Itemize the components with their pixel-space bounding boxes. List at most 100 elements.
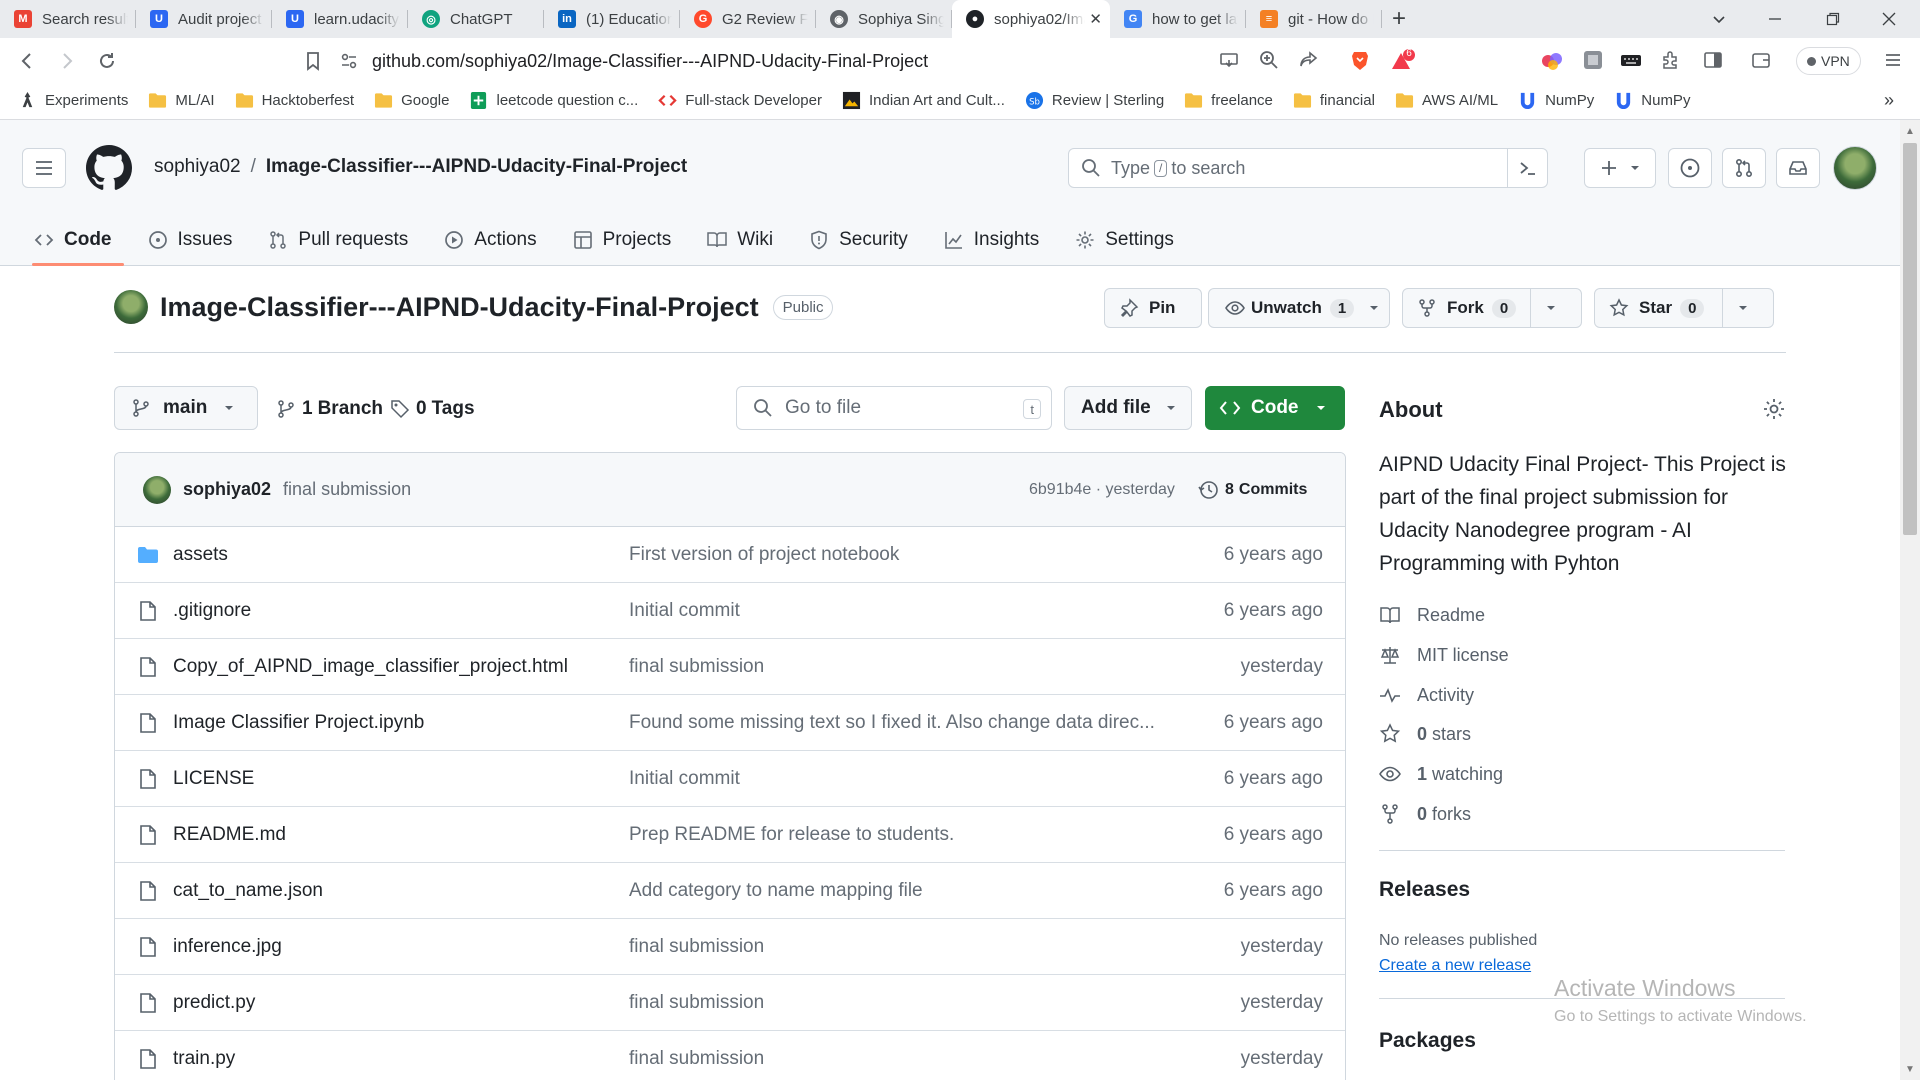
forks-link[interactable]: 0 forks [1379, 803, 1471, 825]
tab-settings[interactable]: Settings [1057, 215, 1192, 265]
browser-tab[interactable]: in (1) Education | So [544, 0, 680, 38]
activity-link[interactable]: Activity [1379, 684, 1474, 706]
bookmark-item[interactable]: Sb Review | Sterling [1025, 91, 1164, 110]
scroll-up-arrow-icon[interactable]: ▲ [1904, 126, 1916, 138]
pin-button[interactable]: Pin [1104, 288, 1202, 328]
brave-shield-icon[interactable] [1348, 49, 1372, 73]
license-link[interactable]: MIT license [1379, 644, 1509, 666]
commits-link[interactable]: 8 Commits [1197, 479, 1307, 501]
gear-icon[interactable] [1762, 397, 1786, 421]
extension-keyboard-icon[interactable] [1620, 49, 1642, 71]
file-commit-message-link[interactable]: final submission [629, 1048, 1159, 1070]
browser-tab[interactable]: Ulearn.udacity.com [272, 0, 408, 38]
site-info-icon[interactable] [340, 52, 358, 70]
file-commit-message-link[interactable]: Initial commit [629, 768, 1159, 790]
zoom-icon[interactable] [1258, 49, 1280, 71]
file-name-link[interactable]: Image Classifier Project.ipynb [173, 712, 424, 734]
table-row[interactable]: predict.py final submission yesterday [115, 975, 1345, 1031]
user-avatar[interactable] [1833, 146, 1877, 190]
bookmark-item[interactable]: Indian Art and Cult... [842, 91, 1005, 110]
unwatch-button[interactable]: Unwatch 1 [1208, 288, 1390, 328]
extension-grey-icon[interactable] [1582, 49, 1604, 71]
menu-button[interactable] [22, 148, 66, 188]
file-name-link[interactable]: assets [173, 544, 228, 566]
tab-actions[interactable]: Actions [426, 215, 554, 265]
back-button[interactable] [16, 50, 38, 72]
command-palette-icon[interactable] [1507, 149, 1547, 187]
bookmark-item[interactable]: NumPy [1614, 91, 1690, 110]
tab-search-chevron-icon[interactable] [1694, 0, 1744, 38]
scroll-down-arrow-icon[interactable]: ▼ [1904, 1064, 1916, 1076]
file-commit-message-link[interactable]: final submission [629, 656, 1159, 678]
minimize-button[interactable] [1750, 0, 1800, 38]
extension-colorful-icon[interactable] [1540, 49, 1564, 73]
add-file-button[interactable]: Add file [1064, 386, 1192, 430]
bookmark-item[interactable]: financial [1293, 91, 1375, 110]
url-text[interactable]: github.com/sophiya02/Image-Classifier---… [372, 51, 928, 72]
file-commit-message-link[interactable]: Prep README for release to students. [629, 824, 1159, 846]
repo-title[interactable]: Image-Classifier---AIPND-Udacity-Final-P… [160, 292, 759, 323]
tab-security[interactable]: Security [791, 215, 926, 265]
wallet-icon[interactable] [1750, 49, 1772, 71]
file-name-link[interactable]: .gitignore [173, 600, 251, 622]
tab-issues[interactable]: Issues [130, 215, 251, 265]
releases-heading[interactable]: Releases [1379, 878, 1470, 902]
file-commit-message-link[interactable]: First version of project notebook [629, 544, 1159, 566]
file-commit-message-link[interactable]: Found some missing text so I fixed it. A… [629, 712, 1159, 734]
browser-tab[interactable]: ● sophiya02/Ima ✕ [952, 0, 1110, 38]
bookmark-item[interactable]: AWS AI/ML [1395, 91, 1498, 110]
triangle-down-icon[interactable] [1368, 302, 1380, 314]
scrollbar-thumb[interactable] [1903, 143, 1917, 535]
tags-link[interactable]: 0 Tags [390, 398, 475, 420]
extensions-puzzle-icon[interactable] [1660, 49, 1682, 71]
repo-link[interactable]: Image-Classifier---AIPND-Udacity-Final-P… [266, 156, 687, 178]
table-row[interactable]: assets First version of project notebook 6… [115, 527, 1345, 583]
file-name-link[interactable]: predict.py [173, 992, 255, 1014]
file-commit-message-link[interactable]: Initial commit [629, 600, 1159, 622]
bookmark-item[interactable]: freelance [1184, 91, 1273, 110]
create-release-link[interactable]: Create a new release [1379, 957, 1531, 975]
file-name-link[interactable]: inference.jpg [173, 936, 282, 958]
browser-tab[interactable]: ◉ Sophiya Singh [816, 0, 952, 38]
table-row[interactable]: cat_to_name.json Add category to name map… [115, 863, 1345, 919]
tab-pull-requests[interactable]: Pull requests [250, 215, 426, 265]
close-tab-icon[interactable]: ✕ [1089, 10, 1102, 28]
bookmark-item[interactable]: Google [374, 91, 449, 110]
file-name-link[interactable]: LICENSE [173, 768, 254, 790]
bookmark-icon[interactable] [302, 50, 324, 72]
create-new-button[interactable] [1584, 148, 1656, 188]
commit-author[interactable]: sophiya02 [183, 479, 271, 500]
table-row[interactable]: inference.jpg final submission yesterday [115, 919, 1345, 975]
browser-tab[interactable]: U Audit project sub [136, 0, 272, 38]
inbox-button[interactable] [1776, 148, 1820, 188]
browser-tab[interactable]: M Search results - s [0, 0, 136, 38]
bookmark-item[interactable]: leetcode question c... [469, 91, 638, 110]
restore-button[interactable] [1808, 0, 1858, 38]
tab-projects[interactable]: Projects [555, 215, 690, 265]
browser-tab[interactable]: ≡ git - How do I ge [1246, 0, 1382, 38]
bookmark-item[interactable]: Full-stack Developer [658, 91, 822, 110]
tab-wiki[interactable]: Wiki [689, 215, 791, 265]
owner-avatar[interactable] [114, 290, 148, 324]
branch-selector[interactable]: main [114, 386, 258, 430]
github-logo-icon[interactable] [86, 145, 132, 191]
more-bookmarks-button[interactable]: » [1884, 90, 1894, 111]
code-button[interactable]: Code [1205, 386, 1345, 430]
browser-menu-icon[interactable] [1882, 49, 1904, 71]
browser-tab[interactable]: ◎ ChatGPT [408, 0, 544, 38]
bookmark-item[interactable]: NumPy [1518, 91, 1594, 110]
file-commit-message-link[interactable]: final submission [629, 992, 1159, 1014]
commit-message[interactable]: final submission [283, 479, 411, 500]
branches-link[interactable]: 1 Branch [276, 398, 383, 420]
table-row[interactable]: LICENSE Initial commit 6 years ago [115, 751, 1345, 807]
file-commit-message-link[interactable]: final submission [629, 936, 1159, 958]
file-name-link[interactable]: cat_to_name.json [173, 880, 323, 902]
table-row[interactable]: .gitignore Initial commit 6 years ago [115, 583, 1345, 639]
vpn-button[interactable]: VPN [1796, 47, 1861, 75]
table-row[interactable]: Copy_of_AIPND_image_classifier_project.h… [115, 639, 1345, 695]
brave-rewards-icon[interactable]: 6 [1390, 48, 1416, 73]
search-input[interactable]: Type / to search [1068, 148, 1548, 188]
file-name-link[interactable]: Copy_of_AIPND_image_classifier_project.h… [173, 656, 568, 678]
browser-tab[interactable]: G G2 Review Form [680, 0, 816, 38]
owner-link[interactable]: sophiya02 [154, 156, 241, 178]
